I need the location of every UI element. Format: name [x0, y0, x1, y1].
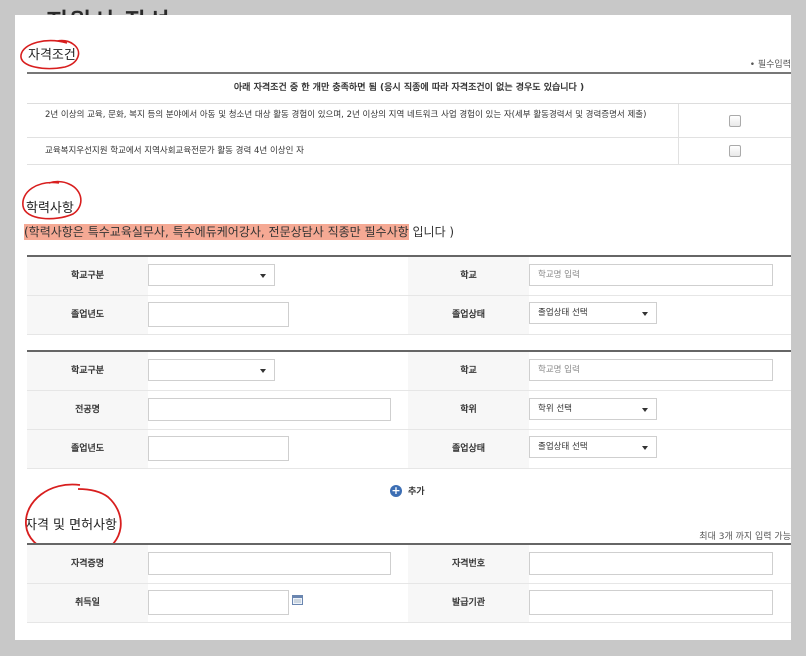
form-row: 학교구분 학교 학교명 입력 [27, 257, 791, 296]
license-max-note: 최대 3개 까지 입력 가능 [699, 529, 791, 542]
grad-year-label: 졸업년도 [27, 430, 148, 468]
qualification-check-cell [678, 138, 791, 164]
chevron-down-icon [642, 446, 648, 450]
calendar-icon[interactable] [292, 595, 303, 605]
form-row: 전공명 학위 학위 선택 [27, 391, 791, 430]
required-input-note: • 필수입력 [750, 57, 791, 70]
major-label: 전공명 [27, 391, 148, 429]
grad-year-label: 졸업년도 [27, 296, 148, 334]
acquired-date-label: 취득일 [27, 584, 148, 622]
license-section-title: 자격 및 면허사항 [25, 514, 117, 533]
license-block: 자격증명 자격번호 취득일 발급기관 [27, 543, 791, 623]
acquired-date-input[interactable] [148, 590, 289, 615]
qualification-row-text: 2년 이상의 교육, 문화, 복지 등의 분야에서 아동 및 청소년 대상 활동… [27, 104, 665, 120]
cert-name-label: 자격증명 [27, 545, 148, 583]
grad-status-value: 졸업상태 선택 [538, 442, 588, 452]
education-notice-rest: 입니다 ) [409, 225, 454, 239]
major-input[interactable] [148, 398, 391, 421]
cert-no-label: 자격번호 [408, 545, 529, 583]
degree-select[interactable]: 학위 선택 [529, 398, 657, 420]
school-type-label: 학교구분 [27, 352, 148, 390]
add-education-button[interactable]: + 추가 [390, 484, 425, 497]
school-label: 학교 [408, 352, 529, 390]
chevron-down-icon [642, 312, 648, 316]
plus-icon: + [390, 485, 402, 497]
qualification-table-header: 아래 자격조건 중 한 개만 충족하면 됨 (응시 직종에 따라 자격조건이 없… [27, 74, 791, 104]
qualification-table: 아래 자격조건 중 한 개만 충족하면 됨 (응시 직종에 따라 자격조건이 없… [27, 72, 791, 165]
form-row: 졸업년도 졸업상태 졸업상태 선택 [27, 296, 791, 335]
education-block-1: 학교구분 학교 학교명 입력 졸업년도 졸업상태 졸업상태 선택 [27, 255, 791, 335]
grad-year-input[interactable] [148, 302, 289, 327]
degree-label: 학위 [408, 391, 529, 429]
school-type-select[interactable] [148, 359, 275, 381]
chevron-down-icon [260, 369, 266, 373]
form-row: 학교구분 학교 학교명 입력 [27, 352, 791, 391]
grad-status-label: 졸업상태 [408, 430, 529, 468]
grad-status-select[interactable]: 졸업상태 선택 [529, 302, 657, 324]
qualification-row: 2년 이상의 교육, 문화, 복지 등의 분야에서 아동 및 청소년 대상 활동… [27, 104, 791, 138]
grad-status-value: 졸업상태 선택 [538, 308, 588, 318]
education-block-2: 학교구분 학교 학교명 입력 전공명 학위 학위 선택 졸업년도 졸업상태 졸업… [27, 350, 791, 469]
form-row: 취득일 발급기관 [27, 584, 791, 623]
cert-no-input[interactable] [529, 552, 773, 575]
school-type-label: 학교구분 [27, 257, 148, 295]
education-notice-highlight: (학력사항은 특수교육실무사, 특수에듀케어강사, 전문상담사 직종만 필수사항 [24, 224, 409, 240]
qualification-row-text: 교육복지우선지원 학교에서 지역사회교육전문가 활동 경력 4년 이상인 자 [27, 138, 665, 156]
add-education-label: 추가 [408, 487, 425, 497]
issuer-input[interactable] [529, 590, 773, 615]
school-name-input[interactable]: 학교명 입력 [529, 359, 773, 381]
qualification-checkbox[interactable] [729, 115, 741, 127]
form-row: 자격증명 자격번호 [27, 545, 791, 584]
education-section-title: 학력사항 [26, 197, 74, 216]
chevron-down-icon [642, 408, 648, 412]
issuer-label: 발급기관 [408, 584, 529, 622]
qualification-checkbox[interactable] [729, 145, 741, 157]
education-notice: (학력사항은 특수교육실무사, 특수에듀케어강사, 전문상담사 직종만 필수사항… [24, 223, 454, 240]
grad-status-select[interactable]: 졸업상태 선택 [529, 436, 657, 458]
cert-name-input[interactable] [148, 552, 391, 575]
qualification-check-cell [678, 104, 791, 137]
qualification-section-title: 자격조건 [28, 44, 76, 63]
qualification-row: 교육복지우선지원 학교에서 지역사회교육전문가 활동 경력 4년 이상인 자 [27, 138, 791, 165]
school-label: 학교 [408, 257, 529, 295]
chevron-down-icon [260, 274, 266, 278]
grad-status-label: 졸업상태 [408, 296, 529, 334]
degree-value: 학위 선택 [538, 404, 572, 414]
form-row: 졸업년도 졸업상태 졸업상태 선택 [27, 430, 791, 469]
application-form-panel: 자격조건 • 필수입력 아래 자격조건 중 한 개만 충족하면 됨 (응시 직종… [15, 15, 791, 640]
grad-year-input[interactable] [148, 436, 289, 461]
school-name-input[interactable]: 학교명 입력 [529, 264, 773, 286]
school-type-select[interactable] [148, 264, 275, 286]
